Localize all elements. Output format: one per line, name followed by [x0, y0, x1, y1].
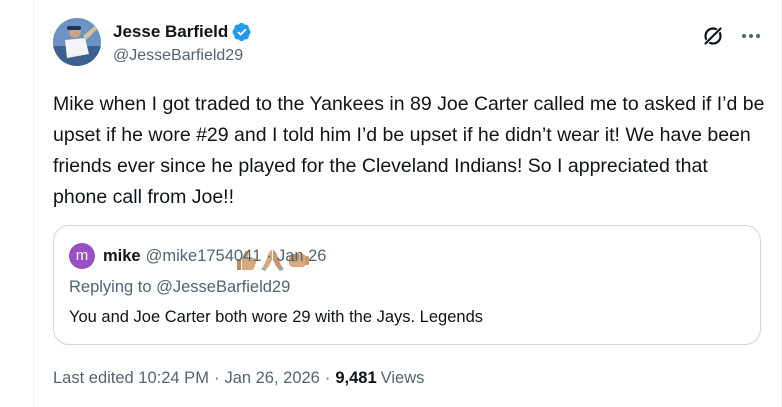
meta-separator: ·	[213, 369, 220, 387]
quoted-replying-to: Replying to @JesseBarfield29	[69, 278, 291, 296]
views-label: Views	[380, 369, 425, 387]
meta-separator: ·	[324, 369, 331, 387]
emoji-group	[234, 186, 311, 271]
quoted-text: You and Joe Carter both wore 29 with the…	[69, 308, 483, 326]
quoted-separator: ·	[266, 246, 272, 265]
grok-icon[interactable]	[701, 24, 725, 48]
author-handle[interactable]: @JesseBarfield29	[113, 47, 252, 65]
quoted-avatar[interactable]: m	[69, 243, 95, 269]
quoted-display-name[interactable]: mike	[103, 247, 141, 266]
tweet-meta: Last edited 10:24 PM · Jan 26, 2026 · 9,…	[53, 369, 424, 388]
quoted-tweet-header: m mike @mike1754041 · Jan 26	[69, 243, 326, 269]
folded-hands-emoji-icon	[260, 186, 285, 271]
tweet-date[interactable]: Jan 26, 2026	[224, 369, 319, 388]
views-count: 9,481	[335, 369, 377, 387]
fist-bump-emoji-icon	[286, 186, 311, 267]
quoted-handle[interactable]: @mike1754041	[146, 247, 262, 266]
tweet-body: Mike when I got traded to the Yankees in…	[53, 89, 765, 271]
thumbs-up-emoji-icon	[234, 186, 259, 270]
tweet-card: Jesse Barfield @JesseBarfield29 Mike whe…	[33, 0, 782, 407]
more-icon[interactable]	[739, 24, 763, 48]
tweet-header: Jesse Barfield @JesseBarfield29	[53, 18, 765, 74]
quoted-tweet[interactable]: m mike @mike1754041 · Jan 26 Replying to…	[53, 225, 761, 345]
tweet-text: Mike when I got traded to the Yankees in…	[53, 93, 770, 208]
author-display-name[interactable]: Jesse Barfield	[113, 22, 228, 42]
author-avatar[interactable]	[53, 18, 101, 66]
quoted-date[interactable]: Jan 26	[277, 247, 327, 266]
edited-timestamp[interactable]: Last edited 10:24 PM	[53, 369, 209, 388]
verified-badge-icon	[232, 22, 252, 42]
author-names: Jesse Barfield @JesseBarfield29	[113, 20, 252, 65]
